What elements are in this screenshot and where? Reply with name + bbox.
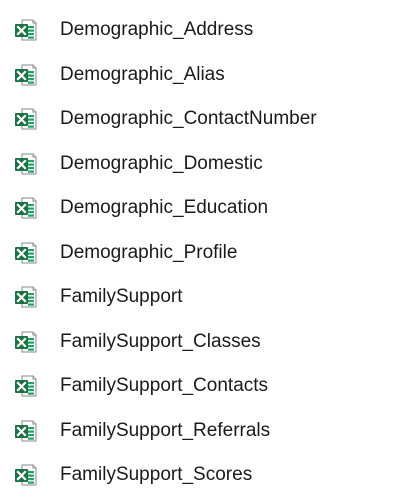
file-name: Demographic_ContactNumber <box>60 108 317 130</box>
file-name: FamilySupport_Classes <box>60 330 261 352</box>
excel-file-icon <box>14 285 38 309</box>
file-name: Demographic_Alias <box>60 63 225 85</box>
file-item[interactable]: Demographic_Domestic <box>0 142 402 187</box>
file-list: Demographic_Address Demographic_Alias De… <box>0 0 402 498</box>
excel-file-icon <box>14 63 38 87</box>
file-item[interactable]: FamilySupport <box>0 275 402 320</box>
file-name: Demographic_Profile <box>60 241 238 263</box>
file-item[interactable]: Demographic_Alias <box>0 53 402 98</box>
file-item[interactable]: Demographic_Education <box>0 186 402 231</box>
file-item[interactable]: Demographic_Profile <box>0 231 402 276</box>
file-item[interactable]: Demographic_Address <box>0 8 402 53</box>
excel-file-icon <box>14 463 38 487</box>
excel-file-icon <box>14 374 38 398</box>
excel-file-icon <box>14 196 38 220</box>
excel-file-icon <box>14 152 38 176</box>
file-item[interactable]: FamilySupport_Referrals <box>0 409 402 454</box>
file-name: FamilySupport_Referrals <box>60 419 271 441</box>
excel-file-icon <box>14 18 38 42</box>
file-item[interactable]: FamilySupport_Classes <box>0 320 402 365</box>
file-name: FamilySupport_Scores <box>60 464 253 486</box>
file-item[interactable]: Demographic_ContactNumber <box>0 97 402 142</box>
file-name: FamilySupport_Contacts <box>60 375 269 397</box>
file-item[interactable]: FamilySupport_Contacts <box>0 364 402 409</box>
file-name: FamilySupport <box>60 286 183 308</box>
excel-file-icon <box>14 107 38 131</box>
file-item[interactable]: FamilySupport_Scores <box>0 453 402 498</box>
excel-file-icon <box>14 241 38 265</box>
file-name: Demographic_Education <box>60 197 269 219</box>
excel-file-icon <box>14 330 38 354</box>
file-name: Demographic_Address <box>60 19 254 41</box>
excel-file-icon <box>14 419 38 443</box>
file-name: Demographic_Domestic <box>60 152 263 174</box>
